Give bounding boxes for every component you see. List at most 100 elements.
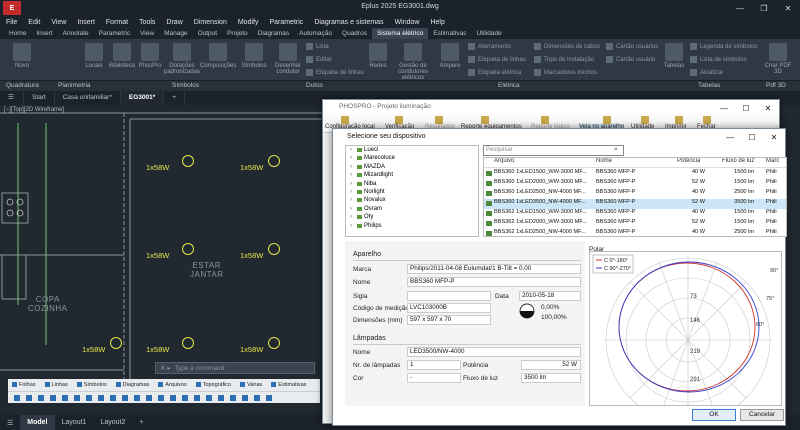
tree-item[interactable]: Norlight <box>346 188 478 197</box>
palette-tool-icon[interactable] <box>170 395 176 401</box>
tree-item[interactable]: Osram <box>346 205 478 214</box>
atualizar-button[interactable]: Atualizar <box>690 69 723 76</box>
hamburger-icon[interactable]: ☰ <box>0 419 20 427</box>
menu-tools[interactable]: Tools <box>139 19 155 26</box>
doc-tab-start[interactable]: Start <box>24 91 55 105</box>
marcadores-button[interactable]: Marcadores trechos <box>534 69 597 76</box>
table-row[interactable]: BBS360 1xLED2500_NW-4000 MF... BBS360 MFP… <box>484 189 786 199</box>
ok-button[interactable]: OK <box>692 409 736 421</box>
lista-simbolos-button[interactable]: Lista de símbolos <box>690 56 747 63</box>
new-tab-icon[interactable]: + <box>164 91 186 105</box>
palette-tool-icon[interactable] <box>194 395 200 401</box>
command-input[interactable]: ✕ ▸ Type a command <box>155 362 315 374</box>
table-row[interactable]: BBS362 1xLED2500_NW-4000 MF... BBS360 MFP… <box>484 229 786 236</box>
add-layout-icon[interactable]: + <box>132 419 150 426</box>
tab-estimativas[interactable]: Estimativas <box>428 28 471 39</box>
gestao-button[interactable]: Gestão de condutores elétricos <box>388 43 438 81</box>
menu-diagramas[interactable]: Diagramas e sistemas <box>314 19 383 26</box>
menu-view[interactable]: View <box>51 19 66 26</box>
palette-tool-icon[interactable] <box>182 395 188 401</box>
lamp-symbol[interactable] <box>182 337 194 349</box>
etiqueta-linhas-button[interactable]: Etiqueta de linhas <box>306 69 364 76</box>
criar-pdf-button[interactable]: Criar PDF 3D <box>760 43 796 75</box>
col-nome[interactable]: Nome <box>596 158 612 164</box>
palette-tool-icon[interactable] <box>86 395 92 401</box>
palette-tool-icon[interactable] <box>26 395 32 401</box>
lamp-symbol[interactable] <box>182 243 194 255</box>
tree-item[interactable]: Oty <box>346 213 478 222</box>
col-potencia[interactable]: Potência <box>677 158 700 164</box>
tree-item[interactable]: Niba <box>346 180 478 189</box>
lamp-symbol[interactable] <box>182 155 194 167</box>
palette-tool-icon[interactable] <box>254 395 260 401</box>
palette-tool-icon[interactable] <box>62 395 68 401</box>
palette-tool-icon[interactable] <box>206 395 212 401</box>
palette-tool-icon[interactable] <box>266 395 272 401</box>
menu-window[interactable]: Window <box>395 19 420 26</box>
tree-item[interactable]: Lueci <box>346 146 478 155</box>
tree-item[interactable]: Mizardlight <box>346 171 478 180</box>
dimensoes-button[interactable]: Dimensões de cabos <box>534 43 600 50</box>
table-row[interactable]: BBS362 1xLED2000_WW-3000 MF... BBS360 MFP… <box>484 219 786 229</box>
col-marca[interactable]: Marc <box>766 158 779 164</box>
col-fluxo[interactable]: Fluxo de luz <box>722 158 754 164</box>
palette-tool-icon[interactable] <box>110 395 116 401</box>
palette-tab-diagramas[interactable]: Diagramas <box>116 382 150 388</box>
tab-utilidade[interactable]: Utilidade <box>471 28 506 39</box>
palette-tool-icon[interactable] <box>158 395 164 401</box>
palette-tool-icon[interactable] <box>14 395 20 401</box>
palette-tool-icon[interactable] <box>134 395 140 401</box>
etiqueta-eletrica-button[interactable]: Etiqueta elétrica <box>468 69 521 76</box>
tab-automacao[interactable]: Automação <box>294 28 337 39</box>
table-row[interactable]: BBS360 1xLED2000_WW-3000 MF... BBS360 MFP… <box>484 179 786 189</box>
layout-tab-model[interactable]: Model <box>20 415 55 430</box>
menu-help[interactable]: Help <box>430 19 444 26</box>
palette-tab-arquivos[interactable]: Arquivos <box>158 382 186 388</box>
menu-file[interactable]: File <box>6 19 17 26</box>
tab-view[interactable]: View <box>135 28 159 39</box>
tab-projeto[interactable]: Projeto <box>222 28 253 39</box>
palette-tool-icon[interactable] <box>146 395 152 401</box>
palette-tool-icon[interactable] <box>38 395 44 401</box>
hamburger-icon[interactable]: ☰ <box>0 91 24 105</box>
tab-output[interactable]: Output <box>193 28 223 39</box>
menu-modify[interactable]: Modify <box>238 19 259 26</box>
menu-parametric[interactable]: Parametric <box>269 19 303 26</box>
maximize-icon[interactable]: ❐ <box>752 0 776 16</box>
close-icon[interactable]: ✕ <box>776 0 800 16</box>
menu-format[interactable]: Format <box>106 19 128 26</box>
tab-annotate[interactable]: Annotate <box>58 28 94 39</box>
phospro-button[interactable]: PhosPro <box>132 43 168 69</box>
tab-home[interactable]: Home <box>4 28 31 39</box>
close-icon[interactable]: ✕ <box>763 129 785 145</box>
search-icon[interactable]: ⌕ <box>614 146 622 154</box>
palette-tool-icon[interactable] <box>98 395 104 401</box>
minimize-icon[interactable]: — <box>728 0 752 16</box>
maximize-icon[interactable]: ☐ <box>741 129 763 145</box>
tab-insert[interactable]: Insert <box>31 28 57 39</box>
ampere-button[interactable]: Ampere <box>432 43 468 69</box>
lamp-symbol[interactable] <box>268 155 280 167</box>
palette-tool-icon[interactable] <box>74 395 80 401</box>
table-row[interactable]: BBS362 1xLED1500_WW-3000 MF... BBS360 MFP… <box>484 209 786 219</box>
novo-button[interactable]: Novo <box>4 43 40 69</box>
layout-tab-layout2[interactable]: Layout2 <box>93 419 132 426</box>
palette-tab-topografico[interactable]: Topográfico <box>196 382 231 388</box>
viewport-label[interactable]: [−][Top][2D Wireframe] <box>4 107 64 113</box>
palette-tab-simbolos[interactable]: Símbolos <box>77 382 107 388</box>
lamp-symbol[interactable] <box>268 243 280 255</box>
palette-tool-icon[interactable] <box>122 395 128 401</box>
tab-quadros[interactable]: Quadros <box>337 28 372 39</box>
panel-eletrica[interactable]: Elétrica <box>498 82 520 89</box>
tab-sistema-eletrico[interactable]: Sistema elétrico <box>371 28 429 39</box>
menu-insert[interactable]: Insert <box>77 19 95 26</box>
cartao-usuarios-button[interactable]: Cartão usuários <box>606 43 658 50</box>
cartao-usuario-button[interactable]: Cartão usuário <box>606 56 655 63</box>
tree-item[interactable]: MAZDA <box>346 163 478 172</box>
tree-item[interactable]: Philips <box>346 222 478 231</box>
menu-edit[interactable]: Edit <box>28 19 40 26</box>
dotacoes-button[interactable]: Dotações padronizadas <box>164 43 200 75</box>
minimize-icon[interactable]: — <box>719 129 741 145</box>
table-row[interactable]: BBS360 1xLED1500_WW-3000 MF... BBS360 MFP… <box>484 169 786 179</box>
col-arquivo[interactable]: Arquivo <box>494 158 514 164</box>
